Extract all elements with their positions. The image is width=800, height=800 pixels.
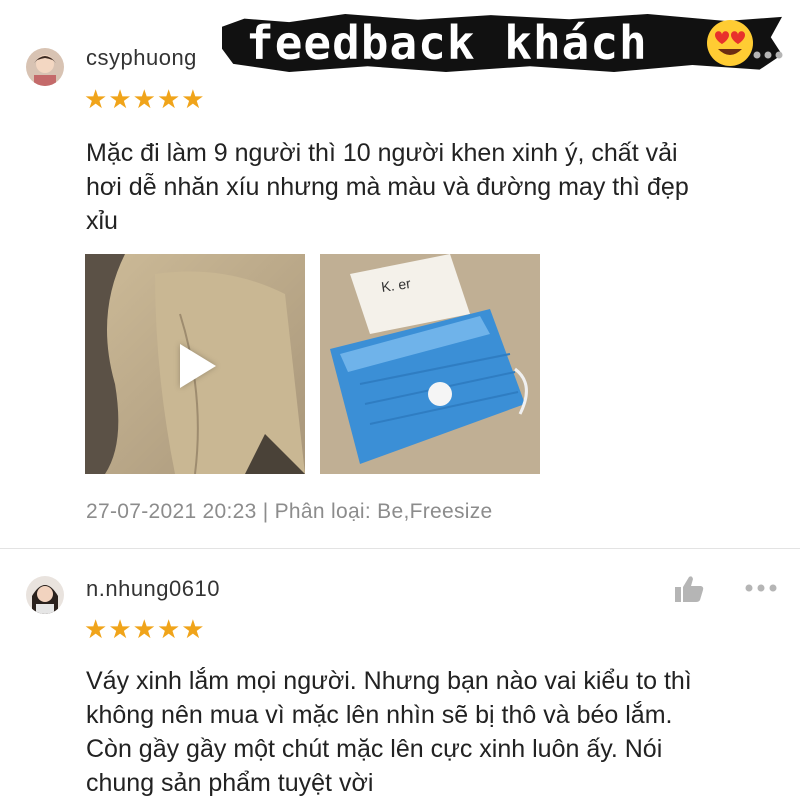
review-text-line: xỉu [86, 207, 118, 235]
review-text-line: Mặc đi làm 9 người thì 10 người khen xin… [86, 139, 678, 167]
reviewer-avatar[interactable] [26, 576, 64, 614]
star-icon: ★ [132, 614, 157, 644]
reviewer-username[interactable]: csyphuong [86, 45, 197, 71]
star-icon: ★ [84, 614, 109, 644]
reviewer-username[interactable]: n.nhung0610 [86, 576, 220, 602]
more-dots-icon[interactable] [744, 583, 778, 593]
review-text-line: Váy xinh lắm mọi người. Nhưng bạn nào va… [86, 667, 692, 695]
more-dots-icon[interactable] [752, 50, 784, 60]
reviewer-avatar[interactable] [26, 48, 64, 86]
star-icon: ★ [108, 84, 133, 114]
star-rating: ★★★★★ [84, 616, 206, 642]
star-icon: ★ [156, 84, 182, 114]
review-text-line: không nên mua vì mặc lên nhìn sẽ bị thô … [86, 701, 673, 729]
star-icon: ★ [132, 84, 157, 114]
review-text: Váy xinh lắm mọi người. Nhưng bạn nào va… [86, 664, 786, 800]
review-text-line: Còn gầy gầy một chút mặc lên cực xinh lu… [86, 735, 663, 763]
review-text: Mặc đi làm 9 người thì 10 người khen xin… [86, 136, 786, 238]
star-icon: ★ [181, 84, 206, 114]
star-icon: ★ [108, 614, 133, 644]
review-text-line: hơi dễ nhăn xíu nhưng mà màu và đường ma… [86, 173, 689, 201]
star-icon: ★ [181, 614, 206, 644]
review-divider [0, 548, 800, 549]
play-icon[interactable] [180, 344, 216, 388]
review-photo-thumbnail[interactable]: K. er [320, 254, 540, 474]
star-rating: ★★★★★ [84, 86, 206, 112]
star-icon: ★ [156, 614, 182, 644]
feedback-banner-title: feedback khách [246, 16, 648, 70]
review-text-line: chung sản phẩm tuyệt vời [86, 769, 374, 797]
review-meta: 27-07-2021 20:23 | Phân loại: Be,Freesiz… [86, 500, 493, 523]
thumbs-up-icon[interactable] [674, 575, 704, 603]
review-video-thumbnail[interactable] [85, 254, 305, 474]
heart-eyes-emoji-icon [707, 20, 753, 66]
star-icon: ★ [84, 84, 109, 114]
